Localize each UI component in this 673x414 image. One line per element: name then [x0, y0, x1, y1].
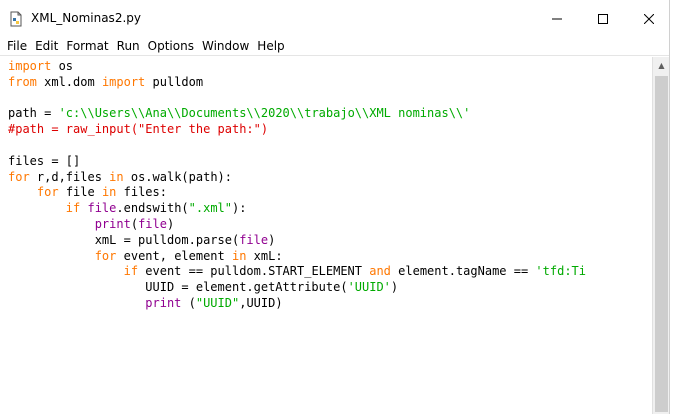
code-token: if — [123, 264, 139, 279]
code-token: file — [87, 201, 117, 216]
code-line[interactable]: path = 'c:\\Users\\Ana\\Documents\\2020\… — [8, 106, 586, 122]
code-token: os.walk(path): — [123, 169, 232, 184]
code-token: in — [109, 169, 124, 184]
code-token: .endswith( — [116, 201, 189, 216]
code-token: import — [8, 59, 52, 73]
code-token: ) — [390, 280, 399, 295]
code-token: element.tagName == — [390, 264, 536, 279]
code-token: print — [94, 216, 131, 231]
menu-options[interactable]: Options — [144, 38, 198, 55]
code-token: #path = raw_input("Enter the path:") — [8, 122, 269, 137]
code-token: and — [369, 264, 391, 279]
code-line[interactable]: for r,d,files in os.walk(path): — [8, 170, 586, 186]
code-token: for — [8, 169, 30, 184]
code-line[interactable]: print ("UUID",UUID) — [8, 296, 586, 312]
code-token: path = — [8, 106, 59, 121]
maximize-icon — [598, 14, 608, 24]
code-token: in — [101, 185, 117, 200]
code-token: event, element — [116, 248, 232, 263]
code-line[interactable] — [8, 91, 586, 107]
code-line[interactable]: for file in files: — [8, 185, 586, 201]
code-token: 'c:\\Users\\Ana\\Documents\\2020\\trabaj… — [58, 106, 471, 121]
menu-format[interactable]: Format — [62, 38, 112, 55]
code-token: for — [36, 185, 59, 200]
code-token: ( — [130, 216, 139, 231]
code-token: files: — [116, 185, 167, 200]
menu-run[interactable]: Run — [113, 38, 144, 55]
code-line[interactable]: files = [] — [8, 154, 586, 170]
code-token: if — [65, 201, 81, 216]
code-token: ): — [232, 201, 247, 216]
vertical-scrollbar[interactable]: ▲ — [652, 57, 670, 414]
code-token: file — [138, 216, 167, 231]
scroll-up-arrow-icon[interactable]: ▲ — [653, 57, 670, 74]
code-token: print — [145, 295, 182, 310]
code-token: file — [239, 232, 269, 247]
code-token: 'UUID' — [347, 280, 391, 295]
code-line[interactable]: from xml.dom import pulldom — [8, 75, 586, 91]
scroll-thumb[interactable] — [655, 76, 668, 412]
title-bar[interactable]: XML_Nominas2.py — [0, 0, 673, 38]
code-line[interactable]: if file.endswith(".xml"): — [8, 201, 586, 217]
minimize-icon — [552, 18, 562, 20]
code-line[interactable]: print(file) — [8, 217, 586, 233]
menu-bar: File Edit Format Run Options Window Help — [0, 38, 673, 56]
code-line[interactable]: UUID = element.getAttribute('UUID') — [8, 280, 586, 296]
code-line[interactable]: #path = raw_input("Enter the path:") — [8, 122, 586, 138]
code-token: xmL: — [246, 248, 283, 263]
code-token: in — [231, 248, 247, 263]
code-token: r,d,files — [29, 169, 110, 184]
code-token: "UUID" — [195, 295, 240, 310]
code-token: from — [8, 74, 37, 89]
code-token: 'tfd:Ti — [535, 264, 586, 279]
code-token: xml.dom — [36, 74, 102, 89]
menu-window[interactable]: Window — [198, 38, 253, 55]
code-line[interactable]: for event, element in xmL: — [8, 249, 586, 265]
code-token: for — [94, 248, 117, 263]
code-token: ".xml" — [188, 201, 232, 216]
code-token: ) — [166, 216, 175, 231]
code-token: pulldom — [145, 74, 204, 89]
code-editor[interactable]: import os from xml.dom import pulldom pat… — [0, 57, 652, 414]
close-button[interactable] — [626, 0, 672, 38]
menu-edit[interactable]: Edit — [31, 38, 62, 55]
python-file-icon — [10, 11, 22, 27]
code-token: ) — [268, 232, 276, 247]
code-line[interactable]: if event == pulldom.START_ELEMENT and el… — [8, 264, 586, 280]
code-text[interactable]: import os from xml.dom import pulldom pat… — [8, 59, 586, 312]
code-token: ,UUID) — [239, 295, 283, 310]
code-line[interactable] — [8, 138, 586, 154]
menu-file[interactable]: File — [3, 38, 31, 55]
window-title: XML_Nominas2.py — [31, 11, 141, 25]
close-icon — [644, 14, 654, 24]
code-token: os — [51, 59, 74, 73]
code-token: file — [58, 185, 102, 200]
code-token: ( — [181, 295, 196, 310]
maximize-button[interactable] — [580, 0, 626, 38]
code-token: xmL = pulldom.parse( — [8, 232, 240, 247]
code-token: files = [] — [8, 153, 81, 168]
window-edge — [669, 0, 673, 414]
code-line[interactable]: import os — [8, 59, 586, 75]
code-token: import — [101, 74, 146, 89]
code-line[interactable]: xmL = pulldom.parse(file) — [8, 233, 586, 249]
menu-help[interactable]: Help — [253, 38, 288, 55]
minimize-button[interactable] — [534, 0, 580, 38]
code-token: UUID = element.getAttribute( — [8, 280, 348, 295]
code-token: event == pulldom.START_ELEMENT — [138, 264, 370, 279]
